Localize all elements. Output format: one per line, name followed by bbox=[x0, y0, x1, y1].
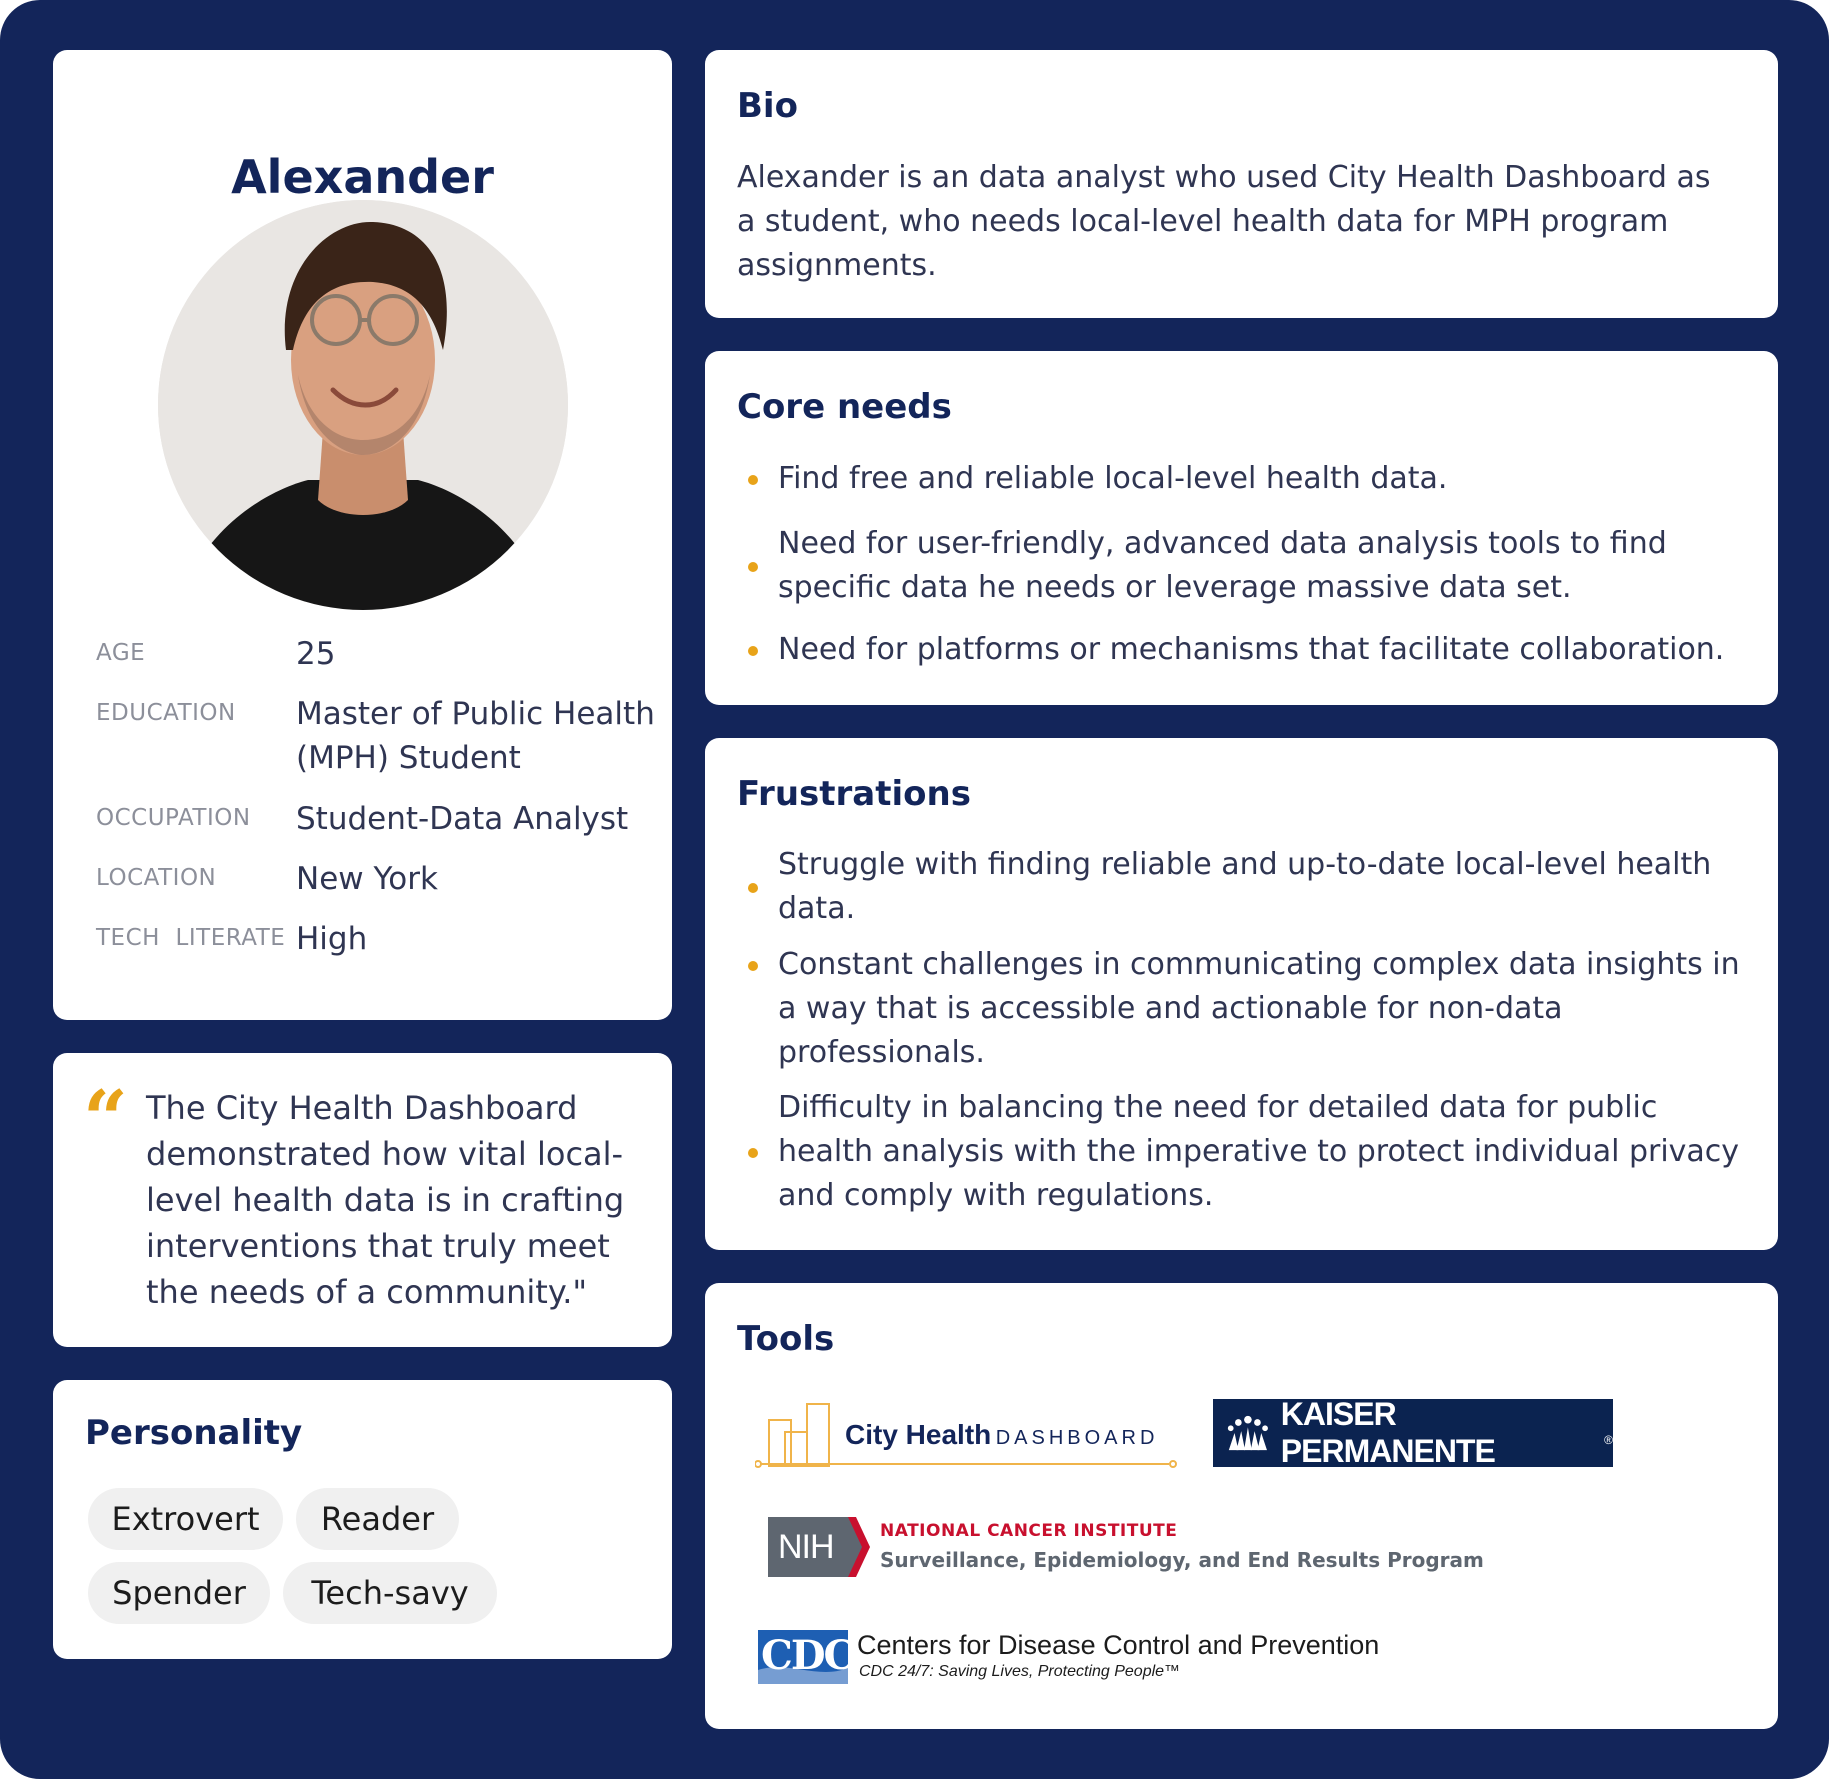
persona-board: Alexander AGE 25 EDUCATION Master of Pub… bbox=[0, 0, 1829, 1779]
bio-text: Alexander is an data analyst who used Ci… bbox=[737, 160, 1711, 283]
frustration-text: Difficulty in balancing the need for det… bbox=[778, 1090, 1740, 1213]
bullet-icon bbox=[748, 1148, 758, 1158]
trait-chip: Spender bbox=[88, 1562, 270, 1624]
core-need-item: Find free and reliable local-level healt… bbox=[748, 457, 1748, 501]
frustration-text: Constant challenges in communicating com… bbox=[778, 947, 1740, 1070]
kaiser-registered: ® bbox=[1604, 1433, 1613, 1447]
attribute-value: Student-Data Analyst bbox=[296, 801, 629, 837]
trait-chip: Tech-savy bbox=[283, 1562, 497, 1624]
nci-name: NATIONAL CANCER INSTITUTE bbox=[880, 1521, 1178, 1541]
cdc-tagline: CDC 24/7: Saving Lives, Protecting Peopl… bbox=[859, 1663, 1181, 1680]
attribute-label: TECH LITERATE bbox=[96, 925, 286, 951]
cdc-badge: CDC bbox=[758, 1630, 848, 1684]
attribute-label: LOCATION bbox=[96, 865, 217, 891]
personality-title: Personality bbox=[85, 1413, 303, 1453]
core-need-text: Find free and reliable local-level healt… bbox=[778, 461, 1448, 496]
attribute-value: Master of Public Health (MPH) Student bbox=[296, 696, 655, 776]
cdc-name: Centers for Disease Control and Preventi… bbox=[857, 1630, 1380, 1660]
bio-card: Bio Alexander is an data analyst who use… bbox=[705, 50, 1778, 318]
core-need-item: Need for platforms or mechanisms that fa… bbox=[748, 628, 1748, 672]
avatar bbox=[158, 200, 568, 610]
city-health-skyline-icon bbox=[755, 1403, 845, 1468]
trait-chip: Reader bbox=[296, 1488, 459, 1550]
frustration-item: Constant challenges in communicating com… bbox=[748, 943, 1748, 1075]
core-needs-title: Core needs bbox=[737, 387, 952, 427]
kaiser-sun-icon bbox=[1227, 1415, 1268, 1451]
city-health-light: DASHBOARD bbox=[995, 1427, 1159, 1449]
avatar-portrait bbox=[158, 200, 568, 610]
frustrations-card: Frustrations Struggle with finding relia… bbox=[705, 738, 1778, 1250]
profile-card: Alexander AGE 25 EDUCATION Master of Pub… bbox=[53, 50, 672, 1020]
cdc-logo: CDC Centers for Disease Control and Prev… bbox=[758, 1628, 1398, 1688]
attribute-label: OCCUPATION bbox=[96, 805, 251, 831]
attribute-value: New York bbox=[296, 861, 438, 897]
persona-name: Alexander bbox=[231, 150, 494, 204]
bullet-icon bbox=[748, 562, 758, 572]
kaiser-permanente-logo: KAISER PERMANENTE ® bbox=[1213, 1396, 1613, 1469]
city-health-dashboard-logo: City Health DASHBOARD bbox=[755, 1398, 1185, 1478]
nih-badge-text: NIH bbox=[778, 1528, 835, 1566]
bullet-icon bbox=[748, 475, 758, 485]
frustration-item: Struggle with finding reliable and up-to… bbox=[748, 843, 1748, 931]
personality-card: Personality Extrovert Reader Spender Tec… bbox=[53, 1380, 672, 1659]
quote-text: The City Health Dashboard demonstrated h… bbox=[146, 1089, 625, 1311]
quote-card: “ The City Health Dashboard demonstrated… bbox=[53, 1053, 672, 1347]
trait-chip: Extrovert bbox=[88, 1488, 283, 1550]
attribute-value: High bbox=[296, 921, 368, 957]
bullet-icon bbox=[748, 961, 758, 971]
tools-title: Tools bbox=[737, 1319, 835, 1359]
frustration-text: Struggle with finding reliable and up-to… bbox=[778, 847, 1712, 926]
attribute-value: 25 bbox=[296, 636, 336, 672]
core-need-text: Need for platforms or mechanisms that fa… bbox=[778, 632, 1725, 667]
frustrations-title: Frustrations bbox=[737, 774, 971, 814]
attribute-label: AGE bbox=[96, 640, 146, 666]
tools-card: Tools City Health DASHBOARD KAISER PERMA… bbox=[705, 1283, 1778, 1729]
city-health-bold: City Health bbox=[845, 1419, 992, 1450]
core-need-text: Need for user-friendly, advanced data an… bbox=[778, 526, 1667, 605]
bullet-icon bbox=[748, 646, 758, 656]
nih-seer-logo: NIH NATIONAL CANCER INSTITUTE Surveillan… bbox=[768, 1515, 1488, 1579]
seer-program: Surveillance, Epidemiology, and End Resu… bbox=[880, 1548, 1484, 1572]
bullet-icon bbox=[748, 883, 758, 893]
kaiser-text: KAISER PERMANENTE bbox=[1280, 1396, 1496, 1469]
core-needs-card: Core needs Find free and reliable local-… bbox=[705, 351, 1778, 705]
quote-mark-icon: “ bbox=[83, 1074, 128, 1165]
frustration-item: Difficulty in balancing the need for det… bbox=[748, 1086, 1748, 1218]
cdc-badge-text: CDC bbox=[761, 1632, 848, 1679]
attribute-label: EDUCATION bbox=[96, 700, 236, 726]
core-need-item: Need for user-friendly, advanced data an… bbox=[748, 522, 1748, 610]
bio-title: Bio bbox=[737, 86, 798, 126]
